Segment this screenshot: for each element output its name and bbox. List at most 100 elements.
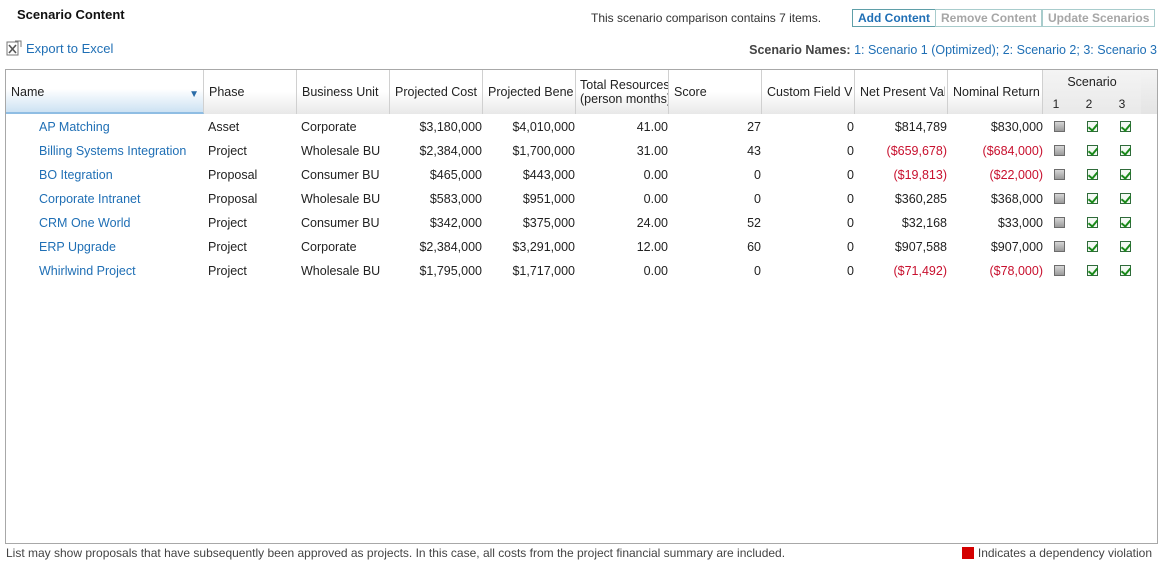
row-name-link[interactable]: CRM One World <box>39 211 201 235</box>
row-name-link[interactable]: ERP Upgrade <box>39 235 201 259</box>
scenario-3-checkbox[interactable] <box>1120 169 1131 180</box>
footnote: List may show proposals that have subseq… <box>6 546 786 560</box>
row-phase: Project <box>208 216 247 230</box>
row-name-link[interactable]: Whirlwind Project <box>39 259 201 283</box>
row-name-link[interactable]: Billing Systems Integration <box>39 139 201 163</box>
scenario-2-checkbox[interactable] <box>1087 217 1098 228</box>
row-phase: Project <box>208 240 247 254</box>
column-header-phase[interactable]: Phase <box>204 70 297 114</box>
table-row: Whirlwind Project Project Wholesale BU $1,7… <box>6 259 1157 283</box>
scenario-3-checkbox[interactable] <box>1120 241 1131 252</box>
column-header-business-unit[interactable]: Business Unit <box>297 70 390 114</box>
row-projected-benefit: $1,700,000 <box>512 144 575 158</box>
row-npv: ($71,492) <box>893 264 947 278</box>
scenario-2-checkbox[interactable] <box>1087 169 1098 180</box>
table-row: BO Itegration Proposal Consumer BU $465,000… <box>6 163 1157 187</box>
row-business-unit: Consumer BU <box>301 168 380 182</box>
legend: Indicates a dependency violation <box>961 546 1152 560</box>
column-header-npv[interactable]: Net Present Value <box>855 70 948 114</box>
column-group-scenario: Scenario 1 2 3 <box>1043 70 1141 114</box>
scenario-1-checkbox[interactable] <box>1054 169 1065 180</box>
row-total-resources: 24.00 <box>636 216 668 230</box>
scenario-content-grid: Name ▼ Phase Business Unit Projected Cos… <box>5 69 1158 544</box>
row-score: 52 <box>747 216 761 230</box>
sort-descending-icon[interactable]: ▼ <box>189 89 199 100</box>
table-row: CRM One World Project Consumer BU $342,000 $… <box>6 211 1157 235</box>
row-projected-benefit: $3,291,000 <box>512 240 575 254</box>
scenario-2-checkbox[interactable] <box>1087 193 1098 204</box>
row-total-resources: 0.00 <box>643 192 668 206</box>
row-projected-cost: $3,180,000 <box>419 120 482 134</box>
row-projected-benefit: $4,010,000 <box>512 120 575 134</box>
scenario-1-checkbox[interactable] <box>1054 145 1065 156</box>
column-header-total-resources[interactable]: Total Resources (person months) <box>576 70 669 114</box>
column-header-nominal-return[interactable]: Nominal Return <box>948 70 1043 114</box>
scenario-1-checkbox[interactable] <box>1054 241 1065 252</box>
update-scenarios-button[interactable]: Update Scenarios <box>1042 9 1156 27</box>
row-npv: $814,789 <box>894 120 947 134</box>
row-projected-benefit: $951,000 <box>522 192 575 206</box>
scenario-names-value: 1: Scenario 1 (Optimized); 2: Scenario 2… <box>854 43 1157 57</box>
dependency-violation-swatch <box>961 547 974 559</box>
column-header-nominal-return-label: Nominal Return <box>953 85 1040 99</box>
row-business-unit: Wholesale BU <box>301 264 381 278</box>
scenario-3-checkbox[interactable] <box>1120 121 1131 132</box>
scenario-3-checkbox[interactable] <box>1120 265 1131 276</box>
row-score: 0 <box>754 192 761 206</box>
row-total-resources: 31.00 <box>636 144 668 158</box>
table-row: ERP Upgrade Project Corporate $2,384,000 $3,… <box>6 235 1157 259</box>
row-phase: Proposal <box>208 192 258 206</box>
row-total-resources: 0.00 <box>643 264 668 278</box>
row-npv: ($659,678) <box>886 144 947 158</box>
scenario-1-checkbox[interactable] <box>1054 265 1065 276</box>
row-score: 60 <box>747 240 761 254</box>
remove-content-button[interactable]: Remove Content <box>935 9 1043 27</box>
column-header-phase-label: Phase <box>209 85 245 99</box>
row-projected-cost: $465,000 <box>429 168 482 182</box>
total-resources-line1: Total Resources <box>580 78 669 92</box>
scenario-3-checkbox[interactable] <box>1120 145 1131 156</box>
add-content-button[interactable]: Add Content <box>852 9 936 27</box>
page-title: Scenario Content <box>17 7 125 22</box>
row-phase: Asset <box>208 120 240 134</box>
export-label: Export to Excel <box>26 40 114 56</box>
row-custom-field: 0 <box>847 264 854 278</box>
row-name-link[interactable]: AP Matching <box>39 115 201 139</box>
column-header-projected-benefit-label: Projected Benefit <box>488 85 573 99</box>
row-projected-cost: $342,000 <box>429 216 482 230</box>
scenario-1-checkbox[interactable] <box>1054 121 1065 132</box>
row-custom-field: 0 <box>847 192 854 206</box>
row-business-unit: Wholesale BU <box>301 192 381 206</box>
column-header-score[interactable]: Score <box>669 70 762 114</box>
table-row: Billing Systems Integration Project Wholes… <box>6 139 1157 163</box>
scenario-2-checkbox[interactable] <box>1087 121 1098 132</box>
column-header-projected-cost-label: Projected Cost <box>395 85 477 99</box>
row-name-link[interactable]: BO Itegration <box>39 163 201 187</box>
table-row: AP Matching Asset Corporate $3,180,000 $4,01… <box>6 115 1157 139</box>
scenario-1-header: 1 <box>1052 97 1060 111</box>
row-score: 0 <box>754 168 761 182</box>
row-name-link[interactable]: Corporate Intranet <box>39 187 201 211</box>
scenario-2-header: 2 <box>1085 97 1093 111</box>
scenario-2-checkbox[interactable] <box>1087 145 1098 156</box>
scenario-1-checkbox[interactable] <box>1054 193 1065 204</box>
row-nominal-return: ($684,000) <box>982 144 1043 158</box>
row-business-unit: Consumer BU <box>301 216 380 230</box>
column-header-custom-field[interactable]: Custom Field Value <box>762 70 855 114</box>
column-header-projected-cost[interactable]: Projected Cost <box>390 70 483 114</box>
export-to-excel-link[interactable]: Export to Excel <box>6 40 113 56</box>
row-phase: Project <box>208 264 247 278</box>
row-custom-field: 0 <box>847 216 854 230</box>
scenario-3-checkbox[interactable] <box>1120 193 1131 204</box>
scenario-2-checkbox[interactable] <box>1087 265 1098 276</box>
scenario-1-checkbox[interactable] <box>1054 217 1065 228</box>
row-projected-benefit: $375,000 <box>522 216 575 230</box>
column-header-projected-benefit[interactable]: Projected Benefit <box>483 70 576 114</box>
row-nominal-return: ($22,000) <box>989 168 1043 182</box>
scenario-2-checkbox[interactable] <box>1087 241 1098 252</box>
scenario-3-checkbox[interactable] <box>1120 217 1131 228</box>
grid-header: Name ▼ Phase Business Unit Projected Cos… <box>6 70 1157 114</box>
header-filler <box>1141 70 1157 114</box>
row-total-resources: 0.00 <box>643 168 668 182</box>
column-header-name[interactable]: Name ▼ <box>6 70 204 114</box>
